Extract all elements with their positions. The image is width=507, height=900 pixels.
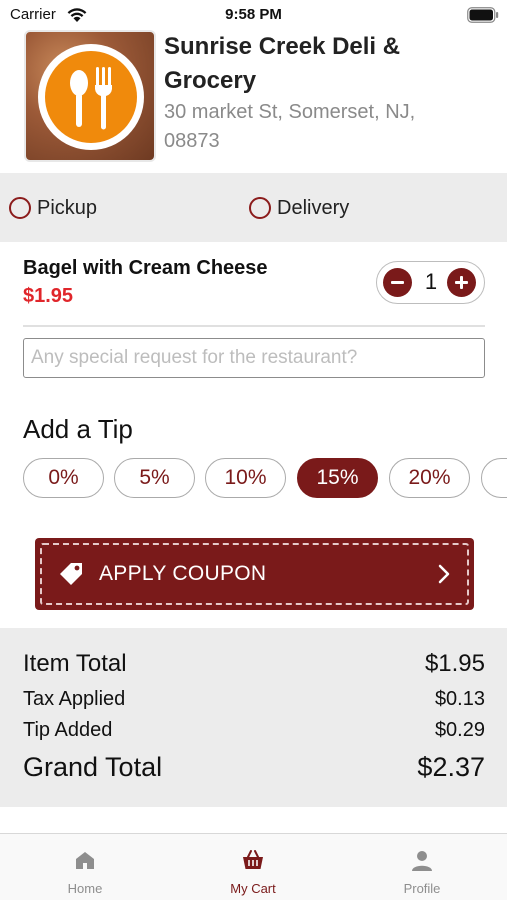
tab-profile[interactable]: Profile (362, 848, 482, 896)
battery-icon (467, 7, 499, 23)
tip-title: Add a Tip (23, 414, 133, 444)
home-icon (76, 852, 94, 869)
divider (23, 325, 485, 327)
restaurant-name: Sunrise Creek Deli & Grocery (164, 33, 401, 94)
status-time: 9:58 PM (225, 6, 282, 23)
order-summary: Item Total $1.95 Tax Applied $0.13 Tip A… (0, 628, 507, 807)
chevron-right-icon (438, 564, 450, 584)
plus-icon (455, 276, 468, 289)
tip-option-20[interactable]: 20% (389, 458, 470, 498)
increase-quantity-button[interactable] (447, 268, 476, 297)
tip-option-10[interactable]: 10% (205, 458, 286, 498)
cart-item: Bagel with Cream Cheese $1.95 1 (0, 242, 507, 328)
tax-row: Tax Applied $0.13 (23, 688, 485, 711)
radio-unchecked-icon (9, 197, 31, 219)
tab-my-cart[interactable]: My Cart (193, 848, 313, 896)
item-total-value: $1.95 (424, 650, 485, 677)
quantity-stepper: 1 (376, 261, 485, 304)
basket-icon (243, 850, 263, 869)
minus-icon (391, 281, 404, 284)
tip-option-5[interactable]: 5% (114, 458, 195, 498)
tag-icon (60, 563, 82, 585)
apply-coupon-button[interactable]: APPLY COUPON (35, 538, 474, 610)
tab-bar: Home My Cart Profile (0, 833, 507, 900)
tax-label: Tax Applied (23, 688, 126, 710)
decrease-quantity-button[interactable] (383, 268, 412, 297)
tip-added-label: Tip Added (23, 719, 113, 741)
delivery-radio[interactable]: Delivery (249, 195, 349, 221)
quantity-value: 1 (424, 269, 438, 294)
tab-home[interactable]: Home (25, 848, 145, 896)
restaurant-logo (24, 30, 156, 162)
person-icon (412, 851, 432, 871)
special-request-input[interactable] (23, 338, 485, 378)
tip-options: 0% 5% 10% 15% 20% (0, 458, 507, 500)
tip-option-more[interactable] (481, 458, 507, 498)
item-price: $1.95 (23, 285, 74, 307)
delivery-label: Delivery (277, 196, 350, 219)
pickup-label: Pickup (37, 196, 98, 219)
tab-home-label: Home (67, 881, 103, 896)
item-total-label: Item Total (23, 650, 127, 677)
pickup-radio[interactable]: Pickup (9, 195, 97, 221)
restaurant-header: Sunrise Creek Deli & Grocery 30 market S… (0, 26, 507, 172)
grand-total-value: $2.37 (417, 752, 485, 782)
tax-value: $0.13 (434, 688, 485, 710)
tab-profile-label: Profile (403, 881, 441, 896)
item-name: Bagel with Cream Cheese (23, 257, 268, 279)
spoon-fork-logo-icon (70, 67, 112, 130)
coupon-label: APPLY COUPON (99, 562, 267, 585)
tab-my-cart-label: My Cart (230, 881, 276, 896)
tip-row: Tip Added $0.29 (23, 719, 485, 742)
grand-total-label: Grand Total (23, 752, 163, 782)
item-total-row: Item Total $1.95 (23, 650, 485, 678)
tip-option-15[interactable]: 15% (297, 458, 378, 498)
grand-total-row: Grand Total $2.37 (23, 752, 485, 783)
restaurant-address: 30 market St, Somerset, NJ, 08873 (164, 101, 416, 152)
tip-added-value: $0.29 (434, 719, 485, 741)
order-type-selector: Pickup Delivery (0, 173, 507, 242)
radio-unchecked-icon (249, 197, 271, 219)
tip-option-0[interactable]: 0% (23, 458, 104, 498)
